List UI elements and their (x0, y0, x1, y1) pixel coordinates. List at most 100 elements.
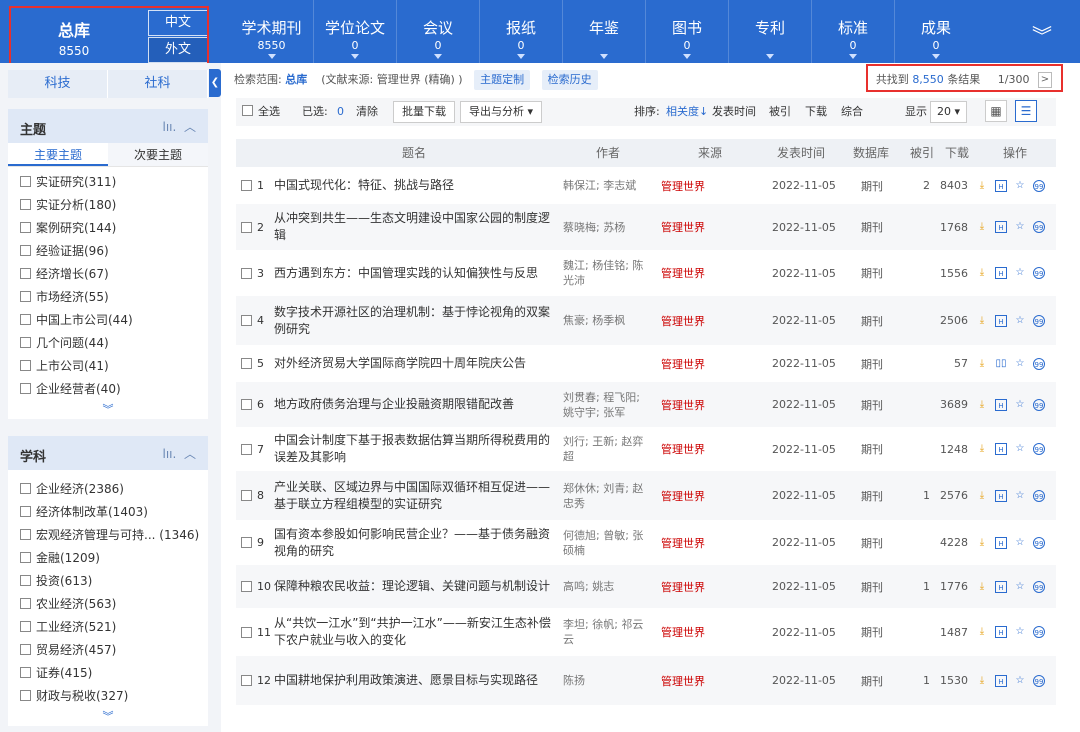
article-authors[interactable]: 魏江; 杨佳铭; 陈光沛 (563, 250, 651, 296)
checkbox-icon[interactable] (20, 667, 31, 678)
star-icon[interactable]: ☆ (1014, 581, 1026, 593)
chart-icon[interactable]: lıı. (163, 447, 177, 461)
article-authors[interactable]: 刘贯春; 程飞阳; 姚守宇; 张军 (563, 382, 651, 427)
star-icon[interactable]: ☆ (1014, 443, 1026, 455)
checkbox-icon[interactable] (20, 644, 31, 655)
quote-icon[interactable]: 99 (1033, 489, 1045, 502)
row-checkbox[interactable] (241, 358, 252, 369)
facet-item[interactable]: 实证分析(180) (8, 194, 208, 217)
article-title-link[interactable]: 国有资本参股如何影响民营企业？——基于债务融资视角的研究 (274, 520, 556, 565)
checkbox-icon[interactable] (20, 529, 31, 540)
sort-cite[interactable]: 被引 (769, 98, 791, 126)
row-checkbox[interactable] (241, 315, 252, 326)
checkbox-icon[interactable] (20, 483, 31, 494)
tab-science[interactable]: 科技 (8, 70, 108, 98)
tab-resource-2[interactable]: 会议 0 (396, 0, 479, 63)
html-read-icon[interactable]: H (995, 443, 1007, 455)
html-read-icon[interactable]: H (995, 536, 1007, 549)
article-source[interactable]: 管理世界 (661, 167, 705, 204)
article-authors[interactable] (563, 345, 651, 382)
quote-icon[interactable]: 99 (1033, 221, 1045, 233)
book-read-icon[interactable]: ▯▯ (995, 358, 1007, 370)
checkbox-icon[interactable] (20, 314, 31, 325)
checkbox-icon[interactable] (20, 575, 31, 586)
checkbox-icon[interactable] (20, 360, 31, 371)
tab-resource-0[interactable]: 学术期刊 8550 (230, 0, 313, 63)
quote-icon[interactable]: 99 (1033, 398, 1045, 411)
checkbox-icon[interactable] (20, 337, 31, 348)
facet-item[interactable]: 实证研究(311) (8, 171, 208, 194)
checkbox-icon[interactable] (20, 245, 31, 256)
article-title-link[interactable]: 地方政府债务治理与企业投融资期限错配改善 (274, 382, 556, 427)
checkbox-icon[interactable] (20, 222, 31, 233)
facet-item[interactable]: 工业经济(521) (8, 616, 208, 639)
facet-item[interactable]: 经济增长(67) (8, 263, 208, 286)
article-source[interactable]: 管理世界 (661, 656, 705, 705)
tab-resource-1[interactable]: 学位论文 0 (313, 0, 396, 63)
expand-more-icon[interactable]: ︾ (8, 708, 208, 726)
html-read-icon[interactable]: H (995, 489, 1007, 502)
quote-icon[interactable]: 99 (1033, 536, 1045, 549)
quote-icon[interactable]: 99 (1033, 626, 1045, 638)
star-icon[interactable]: ☆ (1014, 626, 1026, 638)
expand-more-icon[interactable]: ︾ (8, 401, 208, 419)
tab-social-science[interactable]: 社科 (108, 70, 208, 98)
row-checkbox[interactable] (241, 443, 252, 455)
sort-download[interactable]: 下载 (805, 98, 827, 126)
download-icon[interactable]: ⤓ (976, 490, 988, 502)
batch-download-button[interactable]: 批量下载 (393, 101, 455, 123)
row-checkbox[interactable] (241, 675, 252, 686)
download-icon[interactable]: ⤓ (976, 267, 988, 279)
article-title-link[interactable]: 数字技术开源社区的治理机制：基于悖论视角的双案例研究 (274, 296, 556, 345)
next-page-button[interactable]: > (1038, 72, 1052, 88)
facet-item[interactable]: 企业经营者(40) (8, 378, 208, 401)
article-source[interactable]: 管理世界 (661, 382, 705, 427)
tab-resource-3[interactable]: 报纸 0 (479, 0, 562, 63)
html-read-icon[interactable]: H (995, 221, 1007, 233)
article-title-link[interactable]: 从冲突到共生——生态文明建设中国家公园的制度逻辑 (274, 204, 556, 250)
facet-item[interactable]: 市场经济(55) (8, 286, 208, 309)
checkbox-icon[interactable] (20, 506, 31, 517)
star-icon[interactable]: ☆ (1014, 221, 1026, 233)
facet-item[interactable]: 农业经济(563) (8, 593, 208, 616)
article-source[interactable]: 管理世界 (661, 250, 705, 296)
sort-date[interactable]: 发表时间 (712, 98, 756, 126)
tab-secondary-topic[interactable]: 次要主题 (108, 143, 208, 166)
tab-resource-8[interactable]: 成果 0 (894, 0, 977, 63)
zongku-tab[interactable]: 总库 8550 (0, 0, 148, 63)
html-read-icon[interactable]: H (995, 314, 1007, 327)
article-authors[interactable]: 高鸣; 姚志 (563, 565, 651, 608)
facet-item[interactable]: 中国上市公司(44) (8, 309, 208, 332)
tab-resource-5[interactable]: 图书 0 (645, 0, 728, 63)
star-icon[interactable]: ☆ (1014, 315, 1026, 327)
download-icon[interactable]: ⤓ (976, 315, 988, 327)
quote-icon[interactable]: 99 (1033, 357, 1045, 370)
article-authors[interactable]: 陈扬 (563, 656, 651, 705)
checkbox-icon[interactable] (20, 176, 31, 187)
quote-icon[interactable]: 99 (1033, 267, 1045, 279)
html-read-icon[interactable]: H (995, 674, 1007, 687)
article-title-link[interactable]: 中国耕地保护利用政策演进、愿景目标与实现路径 (274, 656, 556, 705)
grid-view-icon[interactable]: ▦ (985, 100, 1007, 122)
row-checkbox[interactable] (241, 626, 252, 638)
article-source[interactable]: 管理世界 (661, 565, 705, 608)
quote-icon[interactable]: 99 (1033, 314, 1045, 327)
facet-item[interactable]: 贸易经济(457) (8, 639, 208, 662)
checkbox-icon[interactable] (20, 598, 31, 609)
star-icon[interactable]: ☆ (1014, 399, 1026, 411)
chevron-double-down-icon[interactable]: ︾ (1032, 20, 1052, 49)
star-icon[interactable]: ☆ (1014, 490, 1026, 502)
row-checkbox[interactable] (241, 490, 252, 501)
download-icon[interactable]: ⤓ (976, 675, 988, 687)
article-source[interactable]: 管理世界 (661, 427, 705, 471)
chevron-up-icon[interactable]: ︿ (184, 447, 196, 461)
download-icon[interactable]: ⤓ (976, 443, 988, 455)
article-authors[interactable]: 何德旭; 曾敏; 张硕楠 (563, 520, 651, 565)
sort-composite[interactable]: 综合 (841, 98, 863, 126)
checkbox-icon[interactable] (20, 383, 31, 394)
topic-subscribe-button[interactable]: 主题定制 (474, 70, 531, 90)
tab-main-topic[interactable]: 主要主题 (8, 143, 108, 166)
search-history-button[interactable]: 检索历史 (541, 70, 598, 90)
article-authors[interactable]: 李坦; 徐帆; 祁云云 (563, 608, 651, 656)
facet-item[interactable]: 宏观经济管理与可持... (1346) (8, 524, 208, 547)
